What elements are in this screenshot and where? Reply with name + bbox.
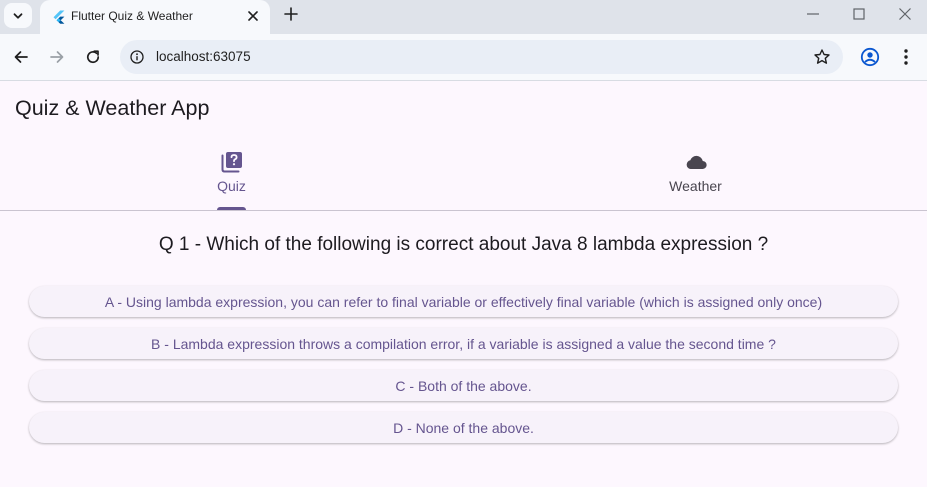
- minimize-icon[interactable]: [806, 7, 820, 21]
- reload-icon[interactable]: [84, 48, 102, 66]
- question-text: Q 1 - Which of the following is correct …: [158, 234, 769, 255]
- tab-quiz[interactable]: Quiz: [0, 140, 463, 210]
- answer-button-b[interactable]: B - Lambda expression throws a compilati…: [29, 328, 898, 359]
- url-text[interactable]: localhost:63075: [156, 49, 251, 64]
- answer-button-c[interactable]: C - Both of the above.: [29, 370, 898, 401]
- browser-toolbar: localhost:63075: [0, 34, 927, 80]
- tab-quiz-label: Quiz: [217, 178, 246, 194]
- app-tab-bar: Quiz Weather: [0, 140, 927, 211]
- app-bar-title: Quiz & Weather App: [15, 96, 210, 120]
- tab-indicator: [217, 207, 246, 210]
- browser-tabstrip: Flutter Quiz & Weather: [0, 0, 927, 34]
- browser-tab[interactable]: Flutter Quiz & Weather: [40, 0, 270, 34]
- window-close-icon[interactable]: [898, 7, 912, 21]
- forward-arrow-icon[interactable]: [48, 48, 66, 66]
- address-bar[interactable]: localhost:63075: [120, 40, 843, 74]
- answer-button-a[interactable]: A - Using lambda expression, you can ref…: [29, 286, 898, 317]
- toolbar-divider: [0, 80, 927, 81]
- tab-title: Flutter Quiz & Weather: [71, 9, 193, 23]
- answer-button-d[interactable]: D - None of the above.: [29, 412, 898, 443]
- site-info-icon[interactable]: [130, 50, 144, 64]
- back-arrow-icon[interactable]: [12, 48, 30, 66]
- tab-search-button[interactable]: [4, 3, 32, 28]
- cloud-icon: [686, 155, 707, 170]
- bookmark-star-icon[interactable]: [813, 48, 831, 66]
- close-icon[interactable]: [246, 9, 260, 23]
- flutter-icon: [53, 10, 65, 24]
- quiz-icon: [221, 152, 242, 173]
- maximize-icon[interactable]: [852, 7, 866, 21]
- new-tab-icon[interactable]: [283, 6, 299, 22]
- more-options-icon[interactable]: [897, 47, 915, 67]
- profile-icon[interactable]: [860, 47, 880, 67]
- tab-weather-label: Weather: [669, 178, 722, 194]
- tab-weather[interactable]: Weather: [464, 140, 927, 210]
- chevron-down-icon: [13, 12, 23, 19]
